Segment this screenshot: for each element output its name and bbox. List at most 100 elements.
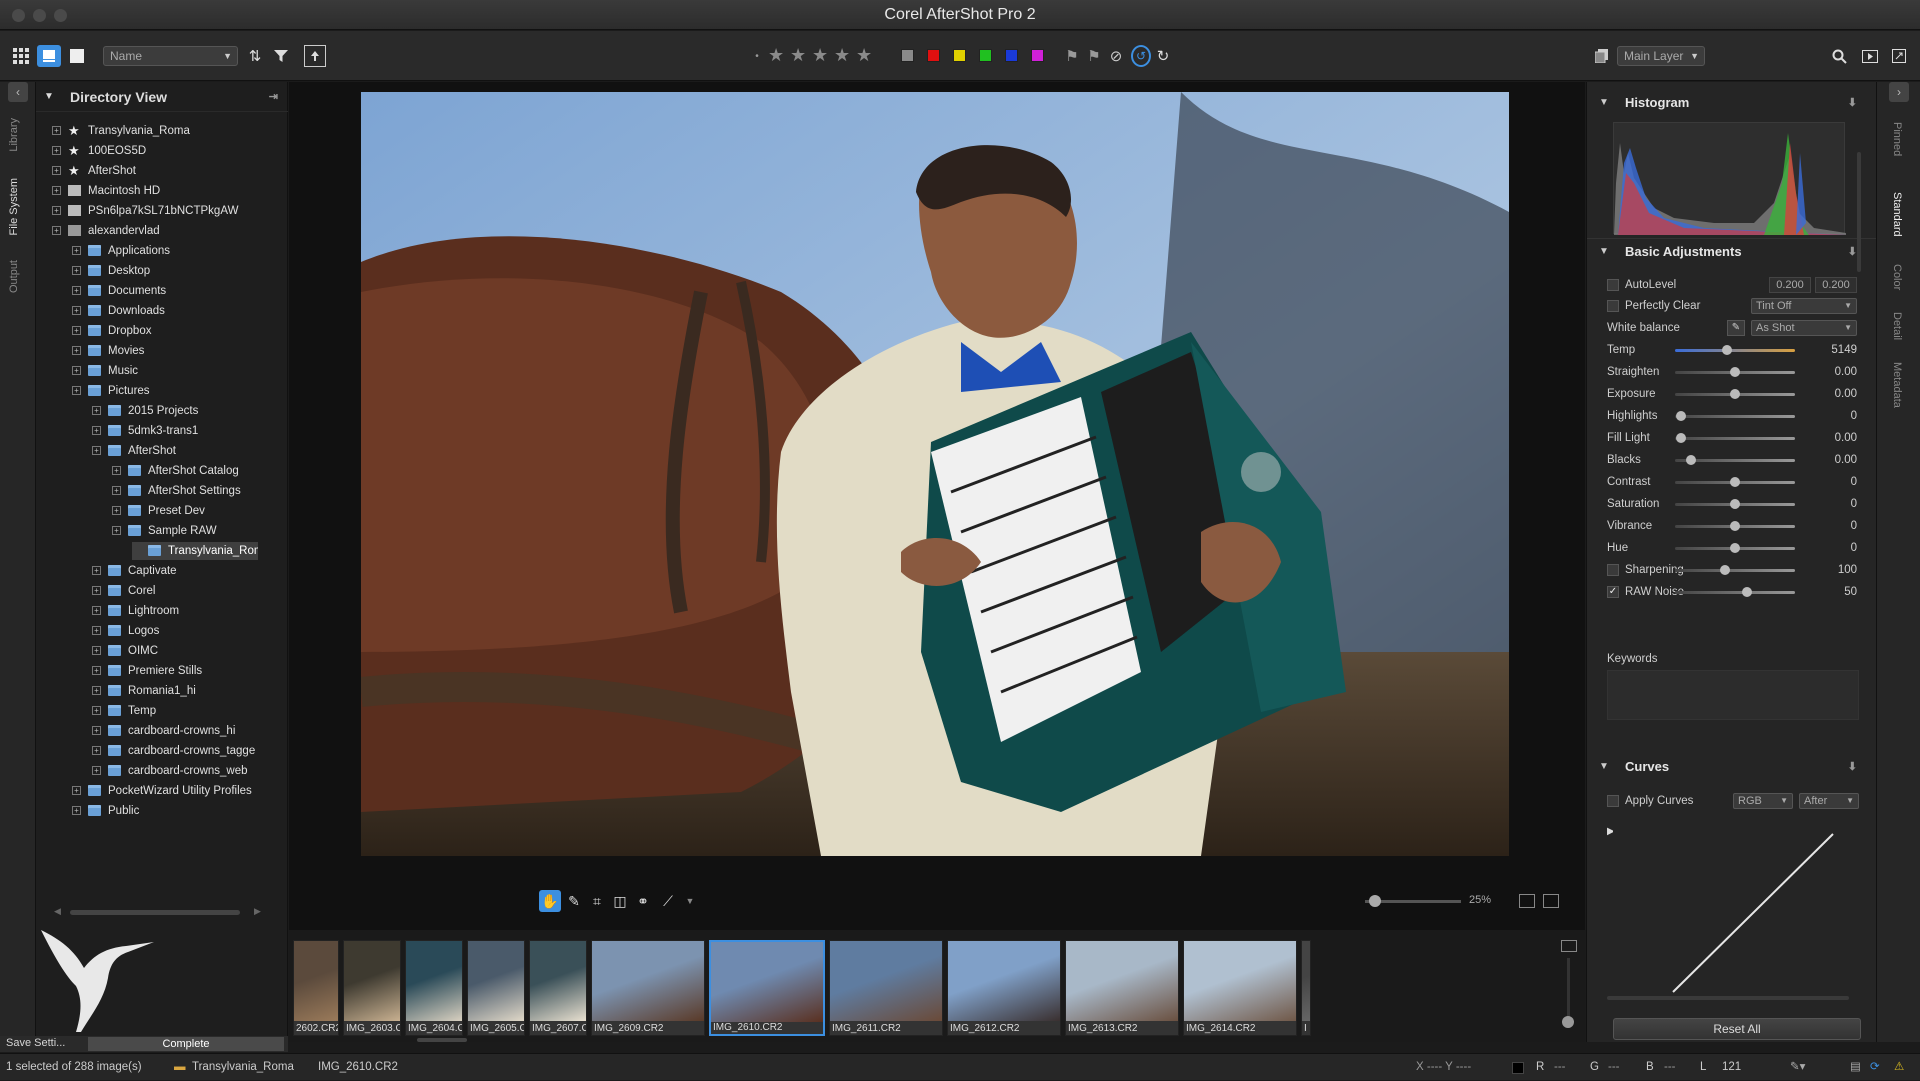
expand-toggle-icon[interactable]: + <box>72 346 81 356</box>
slider-knob[interactable] <box>1676 433 1686 443</box>
expand-toggle-icon[interactable]: + <box>72 806 81 816</box>
filmstrip-scrollbar[interactable] <box>417 1038 467 1042</box>
collapse-triangle-icon[interactable]: ▼ <box>44 82 54 112</box>
adjustment-slider[interactable] <box>1675 389 1795 399</box>
adjustment-value[interactable]: 0.00 <box>1807 385 1857 403</box>
tree-item[interactable]: + cardboard-crowns_hi <box>92 722 258 740</box>
rotate-left-icon[interactable]: ↺ <box>1131 45 1151 67</box>
tree-item[interactable]: + Lightroom <box>92 602 258 620</box>
brush-icon[interactable]: ⟋ <box>657 890 679 912</box>
expand-toggle-icon[interactable]: + <box>72 286 81 296</box>
curves-graph[interactable] <box>1613 824 1849 994</box>
autolevel-low-input[interactable]: 0.200 <box>1769 277 1811 293</box>
slider-knob[interactable] <box>1730 367 1740 377</box>
slideshow-icon[interactable] <box>1860 45 1880 67</box>
hand-tool-icon[interactable]: ✋ <box>539 890 561 912</box>
clear-flag-icon[interactable]: ⊘ <box>1108 45 1124 67</box>
close-window-button[interactable] <box>12 9 25 22</box>
right-panel-vertical-scrollbar[interactable] <box>1857 152 1861 272</box>
filmstrip-thumbnail[interactable]: IMG_2612.CR2 <box>947 940 1061 1036</box>
tree-item[interactable]: + Documents <box>72 282 258 300</box>
tree-item[interactable]: + Dropbox <box>72 322 258 340</box>
expand-toggle-icon[interactable]: + <box>92 446 101 456</box>
grid-view-icon[interactable] <box>12 45 30 67</box>
reset-all-button[interactable]: Reset All <box>1613 1018 1861 1040</box>
tab-file-system[interactable]: File System <box>8 178 20 235</box>
expand-toggle-icon[interactable]: + <box>92 686 101 696</box>
tree-item[interactable]: + Romania1_hi <box>92 682 258 700</box>
filmstrip-thumbnail[interactable]: IMG_2607.CR2 <box>529 940 587 1036</box>
expand-toggle-icon[interactable]: + <box>112 506 121 516</box>
tree-item[interactable]: + Movies <box>72 342 258 360</box>
expand-toggle-icon[interactable]: + <box>52 226 61 236</box>
curves-header[interactable]: ▼ Curves ⬇ <box>1587 754 1877 780</box>
tree-item[interactable]: + Macintosh HD <box>52 182 258 200</box>
slider-knob[interactable] <box>1730 521 1740 531</box>
adjustment-slider[interactable] <box>1675 367 1795 377</box>
slider-knob[interactable] <box>1730 499 1740 509</box>
expand-toggle-icon[interactable]: + <box>92 586 101 596</box>
fullscreen-icon[interactable] <box>1890 45 1908 67</box>
curves-mode-select[interactable]: After ▼ <box>1799 793 1859 809</box>
tree-item[interactable]: + ★ Transylvania_Roma <box>52 122 258 140</box>
zoom-knob[interactable] <box>1368 895 1381 907</box>
zoom-1to1-icon[interactable] <box>1519 894 1535 908</box>
color-label-red[interactable] <box>927 49 940 62</box>
color-label-blue[interactable] <box>1005 49 1018 62</box>
directory-view-header[interactable]: ▼ Directory View ⇥ <box>36 82 288 112</box>
expand-toggle-icon[interactable]: + <box>92 766 101 776</box>
pin-curves-icon[interactable]: ⬇ <box>1848 754 1857 780</box>
tree-item[interactable]: + Public <box>72 802 258 820</box>
tree-item[interactable]: + alexandervlad <box>52 222 258 240</box>
adjustment-value[interactable]: 0.00 <box>1807 363 1857 381</box>
zoom-slider[interactable] <box>1365 895 1461 907</box>
slider-knob[interactable] <box>1685 455 1696 465</box>
slider-knob[interactable] <box>1730 389 1740 399</box>
tab-color[interactable]: Color <box>1891 264 1903 290</box>
filmstrip-thumbnail[interactable]: IMG_2603.CR2 <box>343 940 401 1036</box>
filmstrip-thumbnail[interactable]: IMG_2614.CR2 <box>1183 940 1297 1036</box>
tint-select[interactable]: Tint Off ▼ <box>1751 298 1857 314</box>
expand-toggle-icon[interactable]: + <box>92 746 101 756</box>
pin-basic-icon[interactable]: ⬇ <box>1848 239 1857 265</box>
slider-knob[interactable] <box>1730 477 1740 487</box>
adjustment-slider[interactable] <box>1675 455 1795 465</box>
adjustment-slider[interactable] <box>1675 411 1795 421</box>
layout-icon[interactable]: ▤ <box>1850 1054 1861 1081</box>
single-view-icon[interactable] <box>37 45 61 67</box>
tree-item[interactable]: + Preset Dev <box>112 502 258 520</box>
rating-star-4-icon[interactable]: ★ <box>834 45 850 66</box>
tab-metadata[interactable]: Metadata <box>1891 362 1903 408</box>
filmstrip-size-knob[interactable] <box>1562 1016 1574 1028</box>
tree-horizontal-scrollbar[interactable] <box>70 910 240 915</box>
expand-toggle-icon[interactable]: + <box>72 306 81 316</box>
collapse-left-icon[interactable]: ‹ <box>8 82 28 102</box>
tree-item[interactable]: + Corel <box>92 582 258 600</box>
wb-picker-icon[interactable]: ✎ <box>1727 320 1745 336</box>
filmstrip-thumbnail[interactable]: IMG_2609.CR2 <box>591 940 705 1036</box>
expand-toggle-icon[interactable]: + <box>52 146 61 156</box>
tree-item[interactable]: + Temp <box>92 702 258 720</box>
expand-toggle-icon[interactable]: + <box>72 366 81 376</box>
white-balance-select[interactable]: As Shot ▼ <box>1751 320 1857 336</box>
autolevel-checkbox[interactable] <box>1607 278 1619 291</box>
filter-icon[interactable] <box>272 45 290 67</box>
zoom-fit-icon[interactable] <box>1543 894 1559 908</box>
expand-toggle-icon[interactable]: + <box>92 606 101 616</box>
expand-toggle-icon[interactable]: + <box>92 726 101 736</box>
filmstrip-thumbnail[interactable]: I <box>1301 940 1311 1036</box>
slider-knob[interactable] <box>1720 565 1731 575</box>
tree-item[interactable]: + cardboard-crowns_tagge <box>92 742 258 760</box>
tree-item[interactable]: Transylvania_Rom <box>132 542 258 560</box>
flag-reject-icon[interactable]: ⚑ <box>1086 45 1102 67</box>
adjustment-slider[interactable] <box>1675 433 1795 443</box>
scroll-left-icon[interactable]: ◀ <box>54 906 61 917</box>
adjustment-value[interactable]: 0.00 <box>1807 451 1857 469</box>
rating-star-3-icon[interactable]: ★ <box>812 45 828 66</box>
keywords-input[interactable] <box>1607 670 1859 720</box>
tree-item[interactable]: + Sample RAW <box>112 522 258 540</box>
basic-adjustments-header[interactable]: ▼ Basic Adjustments ⬇ <box>1587 238 1877 264</box>
tree-item[interactable]: + ★ AfterShot <box>52 162 258 180</box>
adjustment-value[interactable]: 0 <box>1807 517 1857 535</box>
warning-icon[interactable]: ⚠ <box>1894 1054 1904 1081</box>
